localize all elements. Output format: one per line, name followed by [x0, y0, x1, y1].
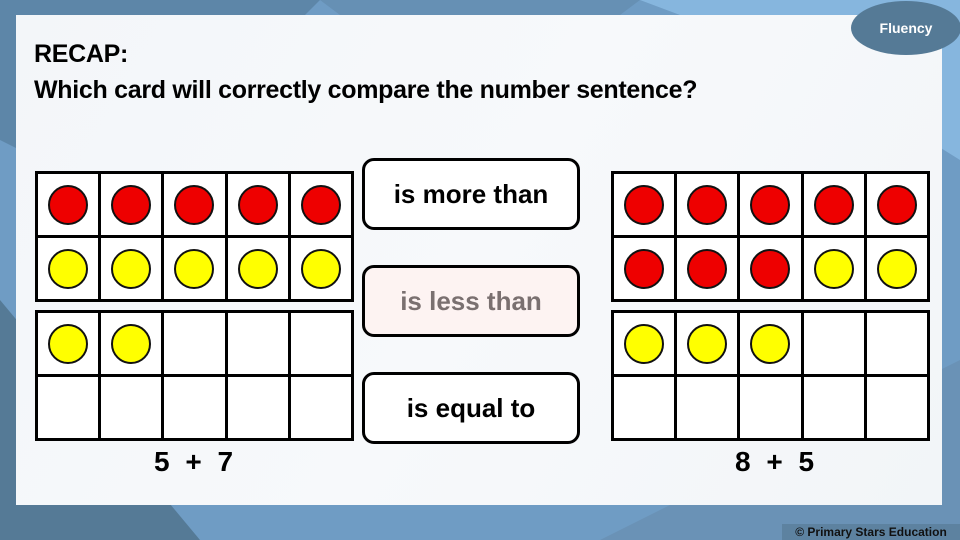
red-counter [624, 248, 665, 289]
ten-frame-cell [677, 377, 738, 438]
ten-frame-cell [164, 377, 225, 438]
ten-frame-cell [38, 313, 99, 374]
ten-frame-cell [803, 377, 864, 438]
ten-frame-cell [866, 313, 927, 374]
left-number-sentence: 5 + 7 [154, 446, 238, 477]
fluency-badge: Fluency [851, 1, 960, 55]
yellow-counter [111, 323, 152, 364]
red-counter [624, 184, 665, 225]
card-more-than[interactable]: is more than [362, 158, 580, 230]
right-number-sentence: 8 + 5 [735, 446, 819, 477]
ten-frame-cell [866, 238, 927, 299]
ten-frame-cell [740, 174, 801, 235]
ten-frame-cell [740, 377, 801, 438]
yellow-counter [237, 248, 278, 289]
yellow-counter [111, 248, 152, 289]
yellow-counter [48, 323, 89, 364]
left-ten-frame-1 [35, 171, 354, 302]
yellow-counter [48, 248, 89, 289]
ten-frame-cell [101, 174, 162, 235]
red-counter [111, 184, 152, 225]
ten-frame-cell [677, 313, 738, 374]
right-ten-frame-2 [611, 310, 930, 441]
ten-frame-cell [803, 238, 864, 299]
ten-frame-cell [290, 313, 351, 374]
red-counter [687, 184, 728, 225]
ten-frame-cell [740, 313, 801, 374]
ten-frame-cell [101, 238, 162, 299]
ten-frame-cell [101, 377, 162, 438]
red-counter [300, 184, 341, 225]
ten-frame-cell [38, 174, 99, 235]
red-counter [750, 184, 791, 225]
yellow-counter [624, 323, 665, 364]
card-equal-to[interactable]: is equal to [362, 372, 580, 444]
ten-frame-cell [740, 238, 801, 299]
yellow-counter [687, 323, 728, 364]
ten-frame-cell [866, 174, 927, 235]
red-counter [750, 248, 791, 289]
ten-frame-cell [101, 313, 162, 374]
yellow-counter [813, 248, 854, 289]
card-less-than[interactable]: is less than [362, 265, 580, 337]
ten-frame-cell [164, 238, 225, 299]
red-counter [813, 184, 854, 225]
ten-frame-cell [290, 174, 351, 235]
red-counter [876, 184, 917, 225]
ten-frame-cell [677, 174, 738, 235]
slide-title: RECAP: Which card will correctly compare… [34, 36, 697, 108]
left-ten-frame-2 [35, 310, 354, 441]
ten-frame-cell [227, 174, 288, 235]
ten-frame-cell [614, 377, 675, 438]
ten-frame-cell [38, 377, 99, 438]
ten-frame-cell [38, 238, 99, 299]
recap-heading: RECAP: [34, 40, 129, 68]
ten-frame-cell [614, 174, 675, 235]
yellow-counter [750, 323, 791, 364]
ten-frame-cell [227, 238, 288, 299]
red-counter [48, 184, 89, 225]
ten-frame-cell [866, 377, 927, 438]
ten-frame-cell [614, 238, 675, 299]
yellow-counter [300, 248, 341, 289]
red-counter [687, 248, 728, 289]
ten-frame-cell [677, 238, 738, 299]
ten-frame-cell [290, 377, 351, 438]
ten-frame-cell [290, 238, 351, 299]
red-counter [174, 184, 215, 225]
ten-frame-cell [164, 313, 225, 374]
ten-frame-cell [803, 313, 864, 374]
yellow-counter [174, 248, 215, 289]
copyright-footer: © Primary Stars Education [782, 524, 960, 540]
ten-frame-cell [164, 174, 225, 235]
ten-frame-cell [803, 174, 864, 235]
question-text: Which card will correctly compare the nu… [34, 76, 698, 104]
ten-frame-cell [614, 313, 675, 374]
ten-frame-cell [227, 313, 288, 374]
right-ten-frame-1 [611, 171, 930, 302]
red-counter [237, 184, 278, 225]
yellow-counter [876, 248, 917, 289]
ten-frame-cell [227, 377, 288, 438]
